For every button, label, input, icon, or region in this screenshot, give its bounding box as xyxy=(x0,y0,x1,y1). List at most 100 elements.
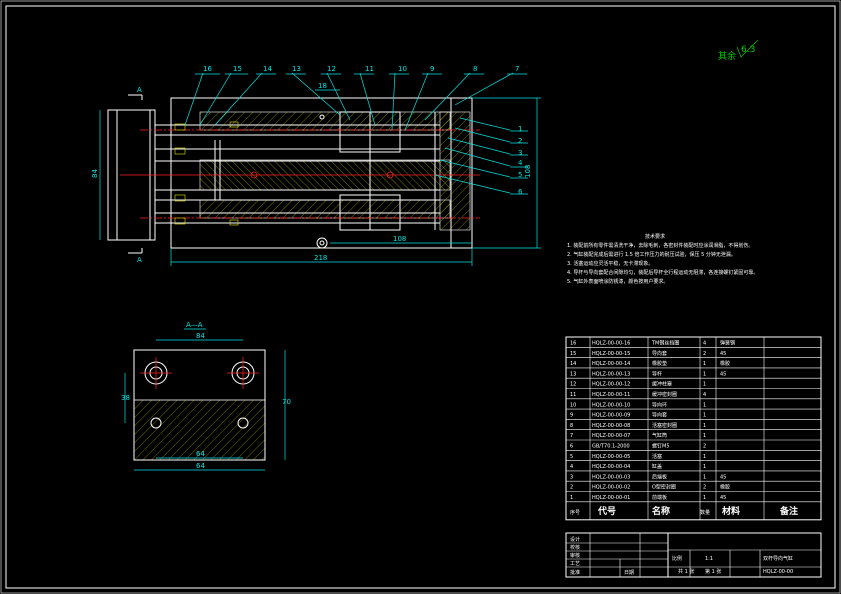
bom-cell: 45 xyxy=(720,495,726,501)
bom-cell: 橡胶垫 xyxy=(652,360,667,367)
svg-text:5. 气缸外表面喷涂防锈漆，颜色按用户要求。: 5. 气缸外表面喷涂防锈漆，颜色按用户要求。 xyxy=(567,278,668,285)
balloon-15: 15 xyxy=(233,65,242,73)
bom-header: 序号 xyxy=(570,509,580,516)
bom-cell: 1 xyxy=(703,413,706,419)
bom-cell: 16 xyxy=(570,341,576,347)
bom-cell: 8 xyxy=(570,423,573,429)
bom-cell: 1 xyxy=(703,454,706,460)
svg-text:HQLZ-00-00: HQLZ-00-00 xyxy=(763,569,793,575)
svg-text:设计: 设计 xyxy=(570,536,580,543)
svg-text:双杆导向气缸: 双杆导向气缸 xyxy=(763,555,793,562)
bom-cell: 4 xyxy=(570,464,573,470)
bom-cell: 1 xyxy=(703,382,706,388)
bom-cell: HQLZ-00-00-13 xyxy=(592,371,630,377)
bom-cell: 6 xyxy=(570,444,573,450)
svg-text:64: 64 xyxy=(196,462,205,470)
bom-cell: 13 xyxy=(570,371,576,377)
svg-text:5: 5 xyxy=(518,171,522,179)
svg-text:2: 2 xyxy=(518,137,522,145)
bom-cell: HQLZ-00-00-10 xyxy=(592,402,630,408)
balloon-13: 13 xyxy=(292,65,301,73)
bom-cell: 导杆 xyxy=(652,370,662,377)
svg-text:其余: 其余 xyxy=(718,50,736,62)
bom-cell: 1 xyxy=(570,495,573,501)
drawing-canvas: 其余 6.3 16 15 14 13 12 11 10 9 8 7 1 2 3 … xyxy=(0,0,841,594)
main-section-view xyxy=(107,97,480,249)
svg-text:70: 70 xyxy=(282,398,291,406)
bom-cell: HQLZ-00-00-04 xyxy=(592,464,630,470)
svg-text:38: 38 xyxy=(121,394,130,402)
bom-cell: 11 xyxy=(570,392,576,398)
svg-text:共 1 张: 共 1 张 xyxy=(678,568,694,575)
svg-text:校核: 校核 xyxy=(570,544,580,551)
roughness-symbol: 其余 6.3 xyxy=(718,39,759,62)
svg-text:84: 84 xyxy=(196,332,205,340)
bom-cell: HQLZ-00-00-08 xyxy=(592,423,630,429)
svg-text:审核: 审核 xyxy=(570,552,580,559)
cad-drawing-sheet: { "roughness": {"label": "其余", "value": … xyxy=(0,0,841,594)
bom-cell: 气缸筒 xyxy=(652,432,667,439)
bom-cell: 5 xyxy=(570,454,573,460)
bom-cell: 导向套 xyxy=(652,350,667,357)
bom-cell: 3 xyxy=(570,474,573,480)
balloon-10: 10 xyxy=(398,65,407,73)
bom-cell: 螺钉M5 xyxy=(652,443,670,450)
bom-cell: 9 xyxy=(570,413,573,419)
svg-text:4: 4 xyxy=(518,159,523,167)
bom-cell: HQLZ-00-00-05 xyxy=(592,454,630,460)
svg-text:A: A xyxy=(137,86,142,94)
bom-cell: 10 xyxy=(570,402,576,408)
bom-cell: 14 xyxy=(570,361,576,367)
bom-cell: 2 xyxy=(703,444,706,450)
bom-cell: TM钢丝挡圈 xyxy=(651,340,679,347)
svg-text:3. 活塞运动应灵活平稳，无卡滞现象。: 3. 活塞运动应灵活平稳，无卡滞现象。 xyxy=(567,260,653,267)
bom-cell: HQLZ-00-00-09 xyxy=(592,413,630,419)
bom-cell: 45 xyxy=(720,351,726,357)
bom-cell: 缸盖 xyxy=(652,463,662,470)
balloons-top: 16 15 14 13 12 11 10 9 8 7 xyxy=(203,65,519,73)
section-label: A—A xyxy=(186,321,203,329)
bom-cell: 活塞 xyxy=(652,453,662,460)
svg-text:比例: 比例 xyxy=(672,555,682,562)
bom-cell: HQLZ-00-00-11 xyxy=(592,392,630,398)
bom-cell: HQLZ-00-00-03 xyxy=(592,474,630,480)
svg-text:技术要求: 技术要求 xyxy=(645,233,665,240)
bom-cell: 4 xyxy=(703,392,706,398)
svg-text:6: 6 xyxy=(518,188,523,196)
bom-cell: 橡胶 xyxy=(720,484,730,491)
svg-text:A: A xyxy=(137,256,142,264)
bom-cell: 15 xyxy=(570,351,576,357)
bom-cell: HQLZ-00-00-12 xyxy=(592,382,630,388)
bom-header: 材料 xyxy=(721,505,740,517)
bom-cell: 活塞密封圈 xyxy=(652,422,677,429)
bom-header: 名称 xyxy=(652,505,670,517)
bom-cell: 前端板 xyxy=(652,494,667,501)
svg-text:1: 1 xyxy=(518,125,522,133)
balloon-8: 8 xyxy=(473,65,477,73)
bom-cell: 1 xyxy=(703,433,706,439)
balloon-9: 9 xyxy=(430,65,434,73)
svg-text:4. 导杆与导向套配合间隙均匀，装配后导杆全行程运动无阻滞，: 4. 导杆与导向套配合间隙均匀，装配后导杆全行程运动无阻滞，各连接螺钉紧固可靠。 xyxy=(567,269,758,276)
bom-cell: HQLZ-00-00-15 xyxy=(592,351,630,357)
bom-cell: HQLZ-00-00-01 xyxy=(592,495,630,501)
bom-cell: O型密封圈 xyxy=(652,484,676,491)
balloon-14: 14 xyxy=(263,65,272,73)
bom-cell: 1 xyxy=(703,402,706,408)
bom-cell: 缓冲密封圈 xyxy=(652,391,677,398)
bom-cell: 橡胶 xyxy=(720,360,730,367)
svg-text:工艺: 工艺 xyxy=(570,561,580,567)
bom-cell: 4 xyxy=(703,341,706,347)
bom-table: 16 HQLZ-00-00-16 TM钢丝挡圈 4 弹簧钢15 HQLZ-00-00-15… xyxy=(565,336,822,521)
svg-text:84: 84 xyxy=(91,169,99,178)
bom-cell: 2 xyxy=(703,351,706,357)
bom-cell: 1 xyxy=(703,423,706,429)
bom-cell: 1 xyxy=(703,495,706,501)
svg-text:108: 108 xyxy=(524,165,532,178)
balloon-11: 11 xyxy=(365,65,374,73)
svg-text:1:1: 1:1 xyxy=(705,556,713,562)
svg-text:218: 218 xyxy=(314,254,327,262)
section-a-a-view: A—A 84 70 38 64 64 xyxy=(121,321,291,471)
bom-cell: 45 xyxy=(720,474,726,480)
bom-header: 备注 xyxy=(779,505,798,517)
svg-text:第 1 张: 第 1 张 xyxy=(705,568,721,575)
